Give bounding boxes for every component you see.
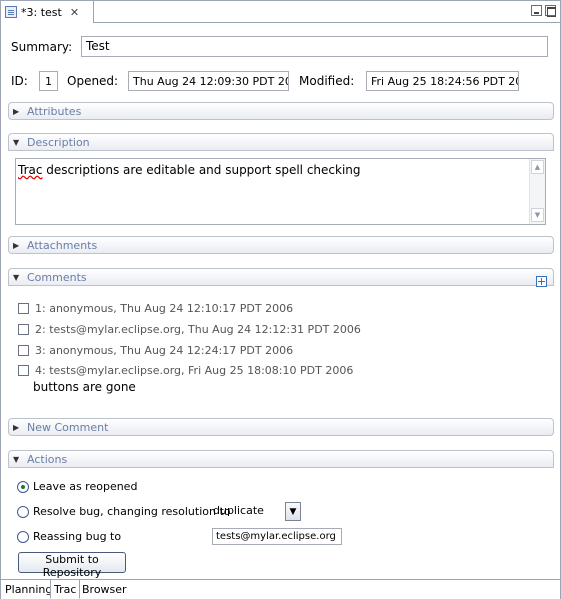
- comment-checkbox[interactable]: [18, 324, 29, 335]
- section-title: New Comment: [27, 420, 109, 434]
- reassign-input[interactable]: tests@mylar.eclipse.org: [212, 528, 342, 545]
- section-title: Attachments: [27, 238, 98, 252]
- comment-header: 2: tests@mylar.eclipse.org, Thu Aug 24 1…: [35, 323, 361, 336]
- comment-header: 3: anonymous, Thu Aug 24 12:24:17 PDT 20…: [35, 344, 294, 357]
- comment-item[interactable]: 3: anonymous, Thu Aug 24 12:24:17 PDT 20…: [18, 344, 293, 357]
- description-scrollbar[interactable]: ▲ ▼: [529, 159, 545, 224]
- comment-item[interactable]: 2: tests@mylar.eclipse.org, Thu Aug 24 1…: [18, 323, 361, 336]
- chevron-right-icon: ▶: [13, 422, 20, 432]
- minimize-icon[interactable]: [531, 5, 542, 16]
- modified-value: Fri Aug 25 18:24:56 PDT 2006: [366, 71, 519, 91]
- expand-all-icon[interactable]: [536, 276, 547, 287]
- tab-planning[interactable]: Planning: [2, 580, 55, 599]
- task-icon: [5, 6, 17, 18]
- description-text: Trac descriptions are editable and suppo…: [18, 163, 361, 177]
- tab-trac[interactable]: Trac: [50, 580, 81, 599]
- comment-body: buttons are gone: [33, 380, 136, 394]
- close-icon[interactable]: ✕: [70, 6, 79, 19]
- maximize-icon[interactable]: [545, 5, 556, 17]
- tab-browser[interactable]: Browser: [79, 580, 130, 599]
- chevron-right-icon: ▶: [13, 240, 20, 250]
- section-new-comment[interactable]: ▶ New Comment: [8, 418, 554, 436]
- comment-checkbox[interactable]: [18, 303, 29, 314]
- id-label: ID:: [11, 74, 28, 88]
- section-title: Attributes: [27, 104, 82, 118]
- section-attributes[interactable]: ▶ Attributes: [8, 102, 554, 120]
- radio-button[interactable]: [17, 505, 29, 518]
- editor-tab-strip: *3: test ✕: [1, 1, 560, 23]
- radio-reassign[interactable]: Reassing bug to: [17, 530, 121, 543]
- comment-item[interactable]: 4: tests@mylar.eclipse.org, Fri Aug 25 1…: [18, 364, 353, 377]
- modified-label: Modified:: [299, 74, 355, 88]
- section-attachments[interactable]: ▶ Attachments: [8, 236, 554, 254]
- summary-input[interactable]: Test: [81, 36, 548, 57]
- misspelled-word[interactable]: Trac: [18, 163, 42, 177]
- editor-page-tabs: Planning Trac Browser: [1, 579, 560, 599]
- task-editor: *3: test ✕ Summary: Test ID: 1 Opened: T…: [0, 0, 561, 599]
- radio-button[interactable]: [17, 480, 29, 493]
- section-actions[interactable]: ▼ Actions: [8, 450, 554, 468]
- comment-header: 4: tests@mylar.eclipse.org, Fri Aug 25 1…: [35, 364, 354, 377]
- chevron-down-icon: ▼: [13, 454, 20, 464]
- chevron-down-icon: ▼: [13, 272, 20, 282]
- radio-label: Reassing bug to: [33, 530, 122, 543]
- id-value: 1: [39, 71, 58, 91]
- radio-label: Resolve bug, changing resolution to: [33, 505, 231, 518]
- section-description[interactable]: ▼ Description: [8, 133, 554, 151]
- section-title: Comments: [27, 270, 87, 284]
- summary-label: Summary:: [11, 40, 73, 54]
- scroll-down-icon[interactable]: ▼: [531, 208, 544, 222]
- description-textarea[interactable]: Trac descriptions are editable and suppo…: [15, 158, 546, 225]
- section-title: Actions: [27, 452, 68, 466]
- radio-label: Leave as reopened: [33, 480, 138, 493]
- comment-item[interactable]: 1: anonymous, Thu Aug 24 12:10:17 PDT 20…: [18, 302, 293, 315]
- scroll-up-icon[interactable]: ▲: [531, 160, 544, 174]
- description-rest: descriptions are editable and support sp…: [42, 163, 361, 177]
- comment-header: 1: anonymous, Thu Aug 24 12:10:17 PDT 20…: [35, 302, 294, 315]
- section-comments[interactable]: ▼ Comments: [8, 268, 554, 286]
- chevron-down-icon: ▼: [13, 137, 20, 147]
- radio-leave[interactable]: Leave as reopened: [17, 480, 137, 493]
- opened-value: Thu Aug 24 12:09:30 PDT 2006: [128, 71, 289, 91]
- chevron-down-icon[interactable]: ▼: [285, 502, 301, 521]
- section-title: Description: [27, 135, 90, 149]
- submit-button[interactable]: Submit to Repository: [18, 552, 126, 579]
- comment-checkbox[interactable]: [18, 345, 29, 356]
- radio-button[interactable]: [17, 530, 29, 543]
- editor-tab-title: *3: test: [21, 5, 62, 19]
- comment-checkbox[interactable]: [18, 365, 29, 376]
- chevron-right-icon: ▶: [13, 106, 20, 116]
- radio-resolve[interactable]: Resolve bug, changing resolution to: [17, 505, 231, 518]
- editor-tab[interactable]: *3: test ✕: [1, 1, 94, 23]
- opened-label: Opened:: [67, 74, 119, 88]
- resolution-select-value[interactable]: duplicate: [213, 504, 264, 517]
